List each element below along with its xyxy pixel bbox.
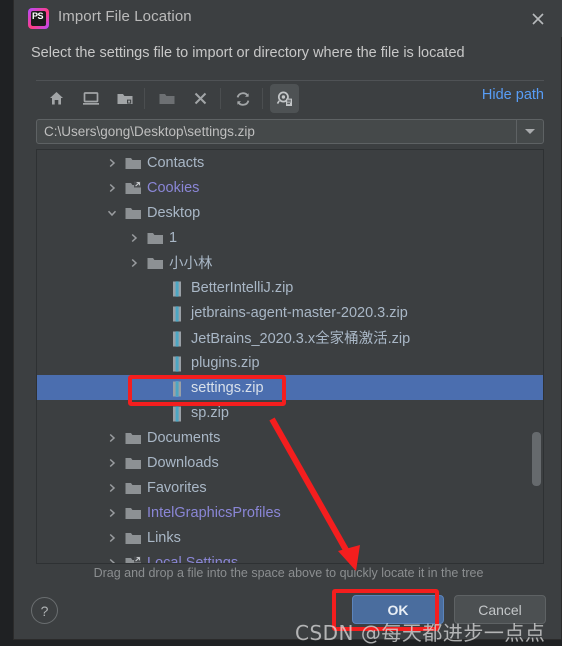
folder-icon [125,156,142,170]
home-icon[interactable] [42,84,71,113]
zip-file-icon [169,331,186,346]
tree-row[interactable]: Desktop [37,200,543,225]
tree-row[interactable]: settings.zip [37,375,543,400]
tree-row[interactable]: 小小林 [37,250,543,275]
path-input[interactable]: C:\Users\gong\Desktop\settings.zip [37,120,516,143]
tree-row[interactable]: BetterIntelliJ.zip [37,275,543,300]
tree-scrollbar[interactable] [532,151,541,563]
page-title: Import File Location [58,8,192,25]
tree-row-label: jetbrains-agent-master-2020.3.zip [191,304,408,321]
chevron-right-icon[interactable] [105,556,119,563]
tree-row-label: Links [147,529,181,546]
show-hidden-icon[interactable] [270,84,299,113]
tree-row-label: 1 [169,229,178,246]
folder-icon [125,431,142,445]
tree-row[interactable]: Contacts [37,150,543,175]
zip-file-icon [169,406,186,421]
folder-icon [125,481,142,495]
file-tree[interactable]: Contacts Cookies Desktop 1 小小林 BetterIntelliJ… [37,150,543,564]
zip-file-icon [169,281,186,296]
tree-row-label: Desktop [147,204,201,221]
tree-row-label: BetterIntelliJ.zip [191,279,294,296]
phpstorm-ps-icon: PS [28,8,49,29]
screenshot-root: PS Import File Location Select the setti… [0,0,562,646]
ok-button[interactable]: OK [352,595,444,624]
tree-row-label: Cookies [147,179,200,196]
tree-row-label: Contacts [147,154,205,171]
tree-row[interactable]: sp.zip [37,400,543,425]
desktop-backdrop-left [0,0,13,646]
tree-row-label: plugins.zip [191,354,260,371]
zip-file-icon [169,381,186,396]
toolbar-separator-3 [262,88,263,109]
desktop-backdrop-bottom [0,640,562,646]
path-combo[interactable]: C:\Users\gong\Desktop\settings.zip [36,119,544,144]
tree-row-label: settings.zip [191,379,264,396]
chevron-down-icon[interactable] [105,206,119,220]
folder-icon [147,231,164,245]
file-chooser-toolbar: Hide path [36,84,544,115]
chevron-right-icon[interactable] [105,531,119,545]
tree-row[interactable]: plugins.zip [37,350,543,375]
help-button[interactable]: ? [31,597,58,624]
hide-path-link[interactable]: Hide path [482,87,544,103]
import-file-location-dialog: PS Import File Location Select the setti… [13,0,562,640]
folder-icon [125,531,142,545]
new-folder-icon[interactable] [152,84,181,113]
tree-row-label: Downloads [147,454,219,471]
desktop-icon[interactable] [76,84,105,113]
file-tree-panel[interactable]: Contacts Cookies Desktop 1 小小林 BetterIntelliJ… [36,149,544,564]
tree-row-label: sp.zip [191,404,229,421]
chevron-right-icon[interactable] [105,456,119,470]
cancel-button[interactable]: Cancel [454,595,546,624]
zip-file-icon [169,306,186,321]
folder-icon [147,256,164,270]
title-bar: PS Import File Location [14,0,562,37]
tree-row[interactable]: Local Settings [37,550,543,564]
toolbar-divider [36,80,544,81]
drag-drop-hint: Drag and drop a file into the space abov… [93,566,484,580]
chevron-right-icon[interactable] [127,256,141,270]
zip-file-icon [169,356,186,371]
project-dir-icon[interactable] [110,84,139,113]
toolbar-separator-1 [144,88,145,109]
tree-row[interactable]: Cookies [37,175,543,200]
chevron-right-icon[interactable] [105,506,119,520]
tree-row-label: Documents [147,429,221,446]
tree-row-label: 小小林 [169,256,213,272]
tree-row[interactable]: Favorites [37,475,543,500]
tree-row[interactable]: 1 [37,225,543,250]
tree-row-label: Local Settings [147,554,239,564]
symlink-folder-icon [125,181,142,195]
tree-row[interactable]: jetbrains-agent-master-2020.3.zip [37,300,543,325]
tree-row[interactable]: IntelGraphicsProfiles [37,500,543,525]
delete-icon[interactable] [186,84,215,113]
tree-scrollbar-thumb[interactable] [532,432,541,486]
chevron-right-icon[interactable] [105,181,119,195]
folder-icon [125,506,142,520]
tree-row[interactable]: Documents [37,425,543,450]
chevron-right-icon[interactable] [105,481,119,495]
symlink-folder-icon [125,556,142,563]
tree-row[interactable]: Downloads [37,450,543,475]
chevron-right-icon[interactable] [105,156,119,170]
toolbar-separator-2 [220,88,221,109]
tree-row-label: Favorites [147,479,207,496]
chevron-right-icon[interactable] [127,231,141,245]
tree-row-label: JetBrains_2020.3.x全家桶激活.zip [191,331,411,347]
refresh-icon[interactable] [228,84,257,113]
folder-icon [125,206,142,220]
close-icon[interactable] [525,6,551,32]
tree-row[interactable]: JetBrains_2020.3.x全家桶激活.zip [37,325,543,350]
chevron-down-icon[interactable] [516,120,543,143]
folder-icon [125,456,142,470]
chevron-right-icon[interactable] [105,431,119,445]
tree-row[interactable]: Links [37,525,543,550]
dialog-subtitle: Select the settings file to import or di… [31,45,465,61]
tree-row-label: IntelGraphicsProfiles [147,504,281,521]
